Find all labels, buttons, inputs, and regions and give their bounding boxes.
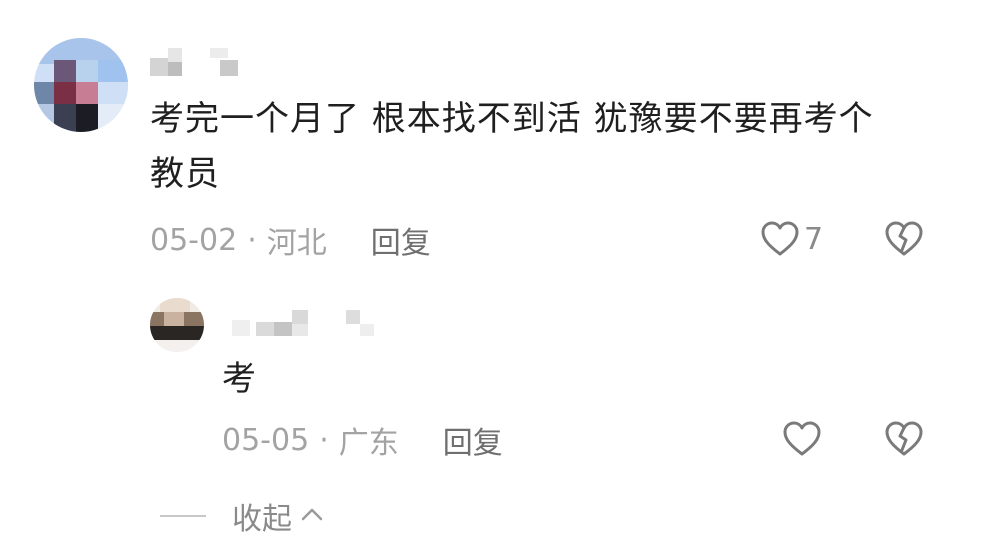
comment-date: 05-02 (150, 222, 238, 258)
heart-outline-icon (782, 420, 822, 458)
like-button[interactable]: 7 (760, 220, 823, 258)
comment-meta: 05-02 · 河北 回复 (150, 218, 431, 262)
comment-text: 考完一个月了 根本找不到活 犹豫要不要再考个 教员 (150, 99, 874, 194)
collapse-divider (160, 515, 206, 517)
heart-outline-icon (760, 220, 800, 258)
reply-meta: 05-05 · 广东 回复 (222, 418, 503, 462)
comment-location: 河北 (266, 226, 327, 261)
reply-button[interactable]: 回复 (371, 218, 431, 262)
username[interactable] (222, 300, 382, 340)
username[interactable] (150, 40, 270, 80)
collapse-replies-button[interactable]: 收起 (160, 494, 324, 538)
reply-location: 广东 (338, 426, 399, 461)
reply-button[interactable]: 回复 (443, 418, 503, 462)
avatar[interactable] (34, 38, 128, 132)
broken-heart-icon (884, 220, 924, 258)
comment-thread: 考完一个月了 根本找不到活 犹豫要不要再考个 教员 05-02 · 河北 回复 … (0, 0, 1000, 558)
collapse-label: 收起 (232, 502, 292, 537)
dislike-button[interactable] (884, 420, 924, 458)
avatar[interactable] (150, 298, 204, 352)
meta-separator: · (319, 422, 329, 458)
like-button[interactable] (782, 420, 822, 458)
meta-separator: · (247, 222, 257, 258)
like-count: 7 (804, 221, 824, 257)
reply-text: 考 (222, 359, 257, 399)
dislike-button[interactable] (884, 220, 924, 258)
broken-heart-icon (884, 420, 924, 458)
reply-date: 05-05 (222, 422, 310, 458)
chevron-up-icon (292, 506, 324, 526)
